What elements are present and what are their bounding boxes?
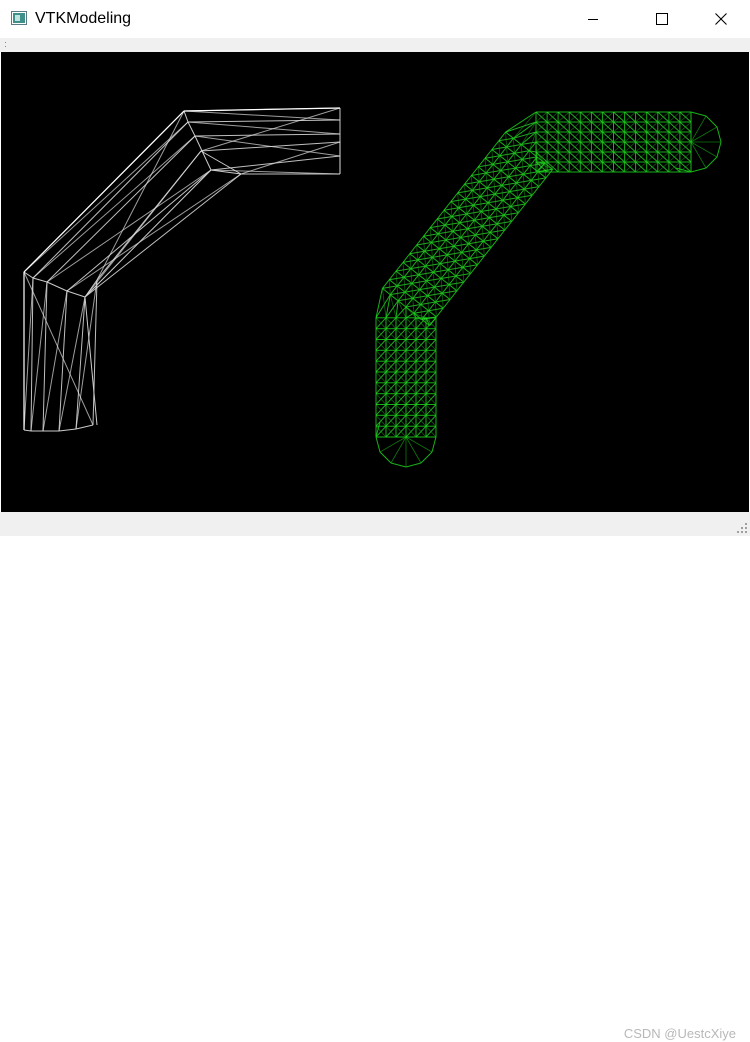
status-bar: CSDN @UestcXiye (0, 512, 750, 1041)
resize-grip-icon[interactable] (736, 522, 748, 534)
close-icon (715, 13, 727, 25)
render-viewport[interactable] (1, 52, 749, 512)
toolbar-grip-icon[interactable] (5, 41, 7, 49)
maximize-icon (656, 13, 668, 25)
minimize-icon (588, 19, 598, 20)
render-scene (23, 107, 722, 468)
watermark: CSDN @UestcXiye (623, 1026, 736, 1041)
window-title: VTKModeling (35, 10, 132, 27)
vtk-app-icon (11, 11, 27, 25)
tube-wireframe-model (23, 107, 341, 432)
title-bar[interactable]: VTKModeling (0, 0, 750, 38)
maximize-button[interactable] (639, 0, 685, 38)
close-button[interactable] (698, 0, 744, 38)
minimize-button[interactable] (570, 0, 616, 38)
toolbar-area (0, 38, 750, 52)
mesh-wireframe-model (375, 111, 722, 468)
